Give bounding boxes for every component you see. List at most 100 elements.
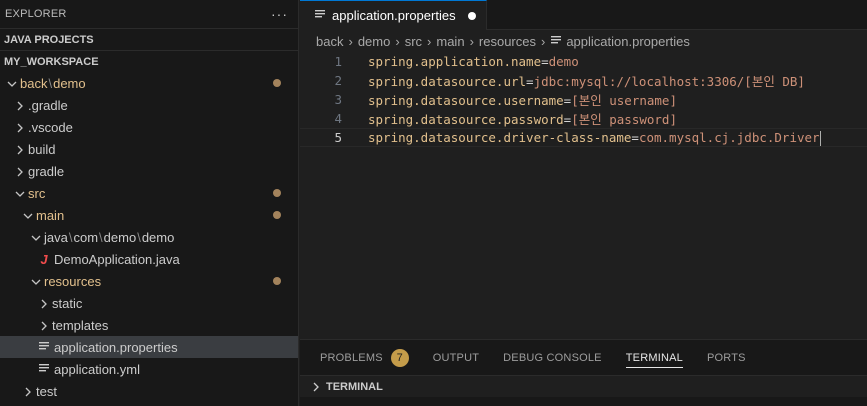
line-text: spring.datasource.password=[본인 password] xyxy=(342,109,677,128)
tree-item-label: gradle xyxy=(28,163,65,179)
panel-tab-debug-console[interactable]: DEBUG CONSOLE xyxy=(503,340,602,375)
tree-item[interactable]: java\com\demo\demo xyxy=(0,226,298,248)
code-editor[interactable]: 1 spring.application.name=demo 2 spring.dat… xyxy=(300,52,867,147)
chevron-right-icon[interactable] xyxy=(12,120,28,135)
tree-item[interactable]: test xyxy=(0,380,298,402)
chevron-right-icon[interactable] xyxy=(12,98,28,113)
java-file-icon: J xyxy=(40,251,48,267)
panel-tab-terminal[interactable]: TERMINAL xyxy=(625,340,684,375)
property-value: [본인 username] xyxy=(571,93,677,108)
chevron-right-icon[interactable] xyxy=(20,384,36,399)
section-my-workspace[interactable]: MY_WORKSPACE xyxy=(0,50,298,72)
properties-file-icon xyxy=(550,34,562,49)
tree-item[interactable]: application.yml xyxy=(0,358,298,380)
tree-item[interactable]: .vscode xyxy=(0,116,298,138)
chevron-right-icon[interactable] xyxy=(36,296,52,311)
explorer-title: EXPLORER xyxy=(5,8,67,20)
chevron-down-icon[interactable] xyxy=(12,186,28,201)
path-segment: demo xyxy=(103,229,137,245)
editor-tabbar: application.properties xyxy=(300,0,867,30)
breadcrumb-item[interactable]: resources xyxy=(479,34,536,49)
tab-application-properties[interactable]: application.properties xyxy=(300,0,487,30)
chevron-down-icon[interactable] xyxy=(28,230,44,245)
text-cursor xyxy=(819,130,821,146)
path-segment: demo xyxy=(141,229,175,245)
property-value: com.mysql.cj.jdbc.Driver xyxy=(638,129,820,145)
chevron-down-icon[interactable] xyxy=(28,274,44,289)
tree-item[interactable]: build xyxy=(0,138,298,160)
tree-item-label: static xyxy=(52,295,83,311)
properties-file-icon xyxy=(36,362,52,377)
line-number: 3 xyxy=(334,92,342,107)
chevron-right-icon[interactable] xyxy=(306,381,326,393)
tree-item[interactable]: back\demo xyxy=(0,72,298,94)
tree-item[interactable]: src xyxy=(0,182,298,204)
line-number: 1 xyxy=(334,54,342,69)
tree-item[interactable]: templates xyxy=(0,314,298,336)
tree-item[interactable]: resources xyxy=(0,270,298,292)
property-value: [본인 password] xyxy=(571,112,677,127)
property-key: spring.datasource.driver-class-name xyxy=(368,129,632,145)
tree-item[interactable]: gradle xyxy=(0,160,298,182)
modified-dot-icon xyxy=(273,79,281,87)
tree-item[interactable]: .gradle xyxy=(0,94,298,116)
tree-item[interactable]: J DemoApplication.java xyxy=(0,248,298,270)
code-line[interactable]: 4 spring.datasource.password=[본인 password… xyxy=(300,109,867,128)
path-segment: demo xyxy=(53,75,86,91)
tree-item-label: src xyxy=(28,185,46,201)
tree-item-label: .vscode xyxy=(28,119,73,135)
chevron-right-icon[interactable] xyxy=(12,142,28,157)
panel-tab-problems[interactable]: PROBLEMS 7 xyxy=(320,340,409,375)
tree-item[interactable]: static xyxy=(0,292,298,314)
more-actions-icon[interactable]: ··· xyxy=(271,6,288,22)
properties-file-icon xyxy=(36,340,52,355)
chevron-right-icon: › xyxy=(348,33,353,49)
line-number: 5 xyxy=(334,130,342,145)
tree-item-label: back\demo xyxy=(20,76,86,91)
tree-item-label: main xyxy=(36,207,65,223)
tree-item-label: .gradle xyxy=(28,97,68,113)
equals-sign: = xyxy=(631,129,639,145)
chevron-down-icon[interactable] xyxy=(4,76,20,91)
breadcrumb-item[interactable]: back xyxy=(316,34,343,49)
breadcrumb: back › demo › src › main › resources › application… xyxy=(300,30,867,52)
tree-item-label: application.properties xyxy=(54,339,178,355)
tree-item[interactable]: main xyxy=(0,204,298,226)
chevron-right-icon: › xyxy=(540,33,546,49)
code-line[interactable]: 5 spring.datasource.driver-class-name=com… xyxy=(300,128,867,147)
modified-dot-icon xyxy=(273,211,281,219)
path-segment: com xyxy=(73,229,99,245)
properties-file-icon xyxy=(314,8,326,23)
terminal-section-header[interactable]: TERMINAL xyxy=(300,375,867,397)
code-line[interactable]: 1 spring.application.name=demo xyxy=(300,52,867,71)
breadcrumb-item[interactable]: main xyxy=(436,34,464,49)
modified-dot-icon xyxy=(273,277,281,285)
breadcrumb-item[interactable]: demo xyxy=(358,34,391,49)
code-line[interactable]: 2 spring.datasource.url=jdbc:mysql://loca… xyxy=(300,71,867,90)
code-line[interactable]: 3 spring.datasource.username=[본인 username… xyxy=(300,90,867,109)
chevron-down-icon[interactable] xyxy=(20,208,36,223)
chevron-right-icon[interactable] xyxy=(36,318,52,333)
chevron-right-icon: › xyxy=(427,33,432,49)
breadcrumb-item[interactable]: application.properties xyxy=(566,34,690,49)
chevron-right-icon[interactable] xyxy=(12,164,28,179)
tree-item-label: templates xyxy=(52,317,109,333)
property-value: demo xyxy=(548,54,579,69)
panel-tabs: PROBLEMS 7 OUTPUT DEBUG CONSOLE TERMINAL PORT… xyxy=(300,340,867,375)
line-number: 4 xyxy=(334,111,342,126)
problems-count-badge: 7 xyxy=(390,348,409,367)
editor-area: application.properties back › demo › src › mai… xyxy=(300,0,867,406)
line-text: spring.datasource.driver-class-name=com.… xyxy=(342,130,821,146)
panel-tab-output[interactable]: OUTPUT xyxy=(433,340,479,375)
panel-tab-ports[interactable]: PORTS xyxy=(707,340,746,375)
property-value: jdbc:mysql://localhost:3306/[본인 DB] xyxy=(533,74,805,89)
equals-sign: = xyxy=(526,74,534,89)
panel-tab-label: OUTPUT xyxy=(432,351,480,364)
tree-item-label: application.yml xyxy=(54,361,140,377)
unsaved-dot-icon[interactable] xyxy=(467,11,476,20)
chevron-right-icon: › xyxy=(395,33,400,49)
breadcrumb-item[interactable]: src xyxy=(405,34,422,49)
tree-item[interactable]: application.properties xyxy=(0,336,298,358)
section-java-projects[interactable]: JAVA PROJECTS xyxy=(0,28,298,50)
path-segment: back xyxy=(20,75,48,91)
